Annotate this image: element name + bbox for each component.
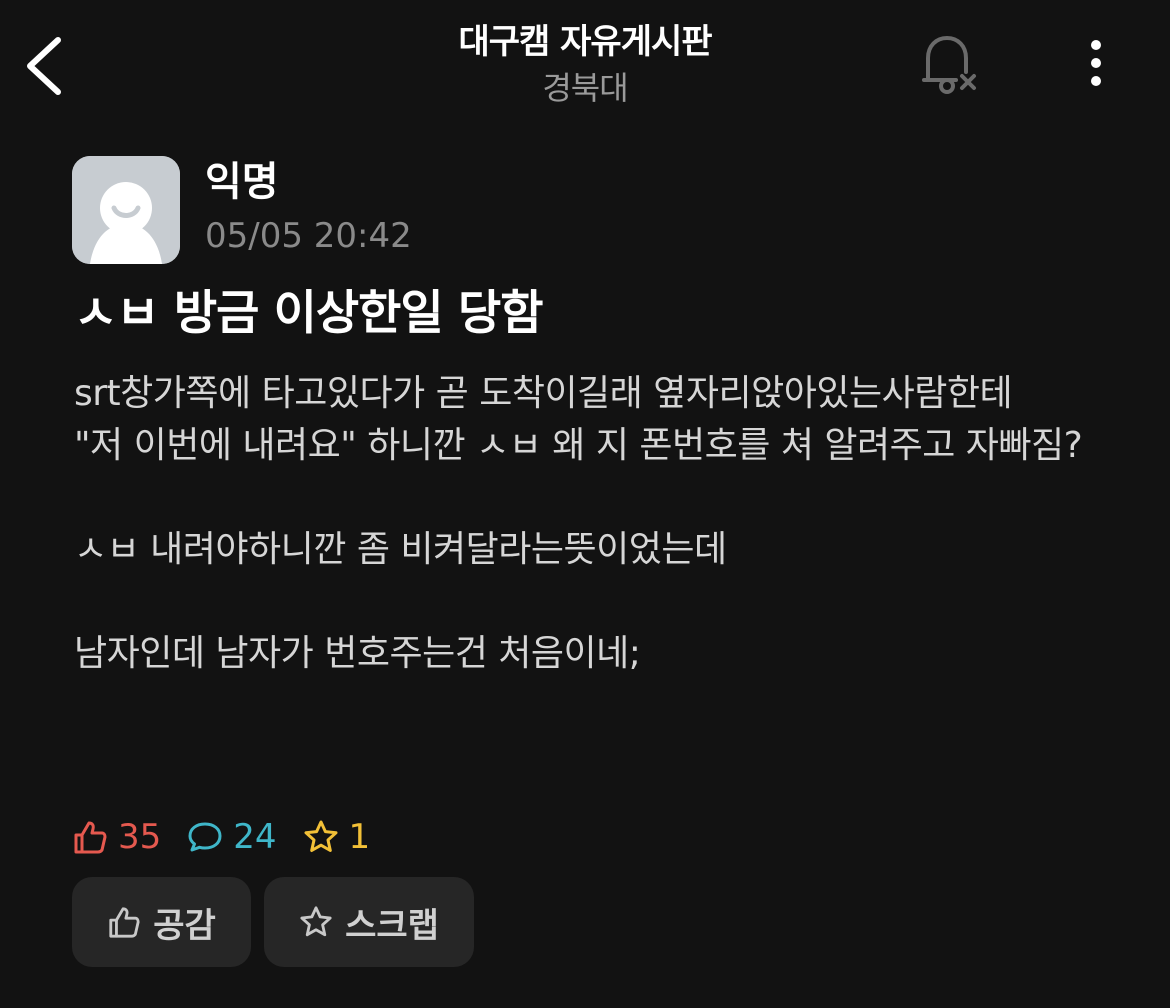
scrap-button-label: 스크랩 — [345, 905, 439, 946]
star-icon — [300, 906, 332, 937]
post-stats: 35 24 1 — [72, 812, 396, 862]
post-author-info: 익명 05/05 20:42 — [72, 156, 672, 266]
bell-off-icon — [922, 35, 976, 94]
author-name: 익명 — [205, 159, 279, 205]
thumbs-up-icon — [109, 907, 140, 938]
board-subtitle: 경북대 — [542, 69, 628, 107]
board-title: 대구캠 자유게시판 — [458, 22, 712, 62]
more-vertical-icon — [1091, 40, 1101, 86]
scrap-count: 1 — [303, 812, 371, 862]
star-icon — [304, 820, 338, 852]
anonymous-avatar-icon — [72, 156, 180, 264]
like-count-value: 35 — [118, 817, 162, 857]
comment-count: 24 — [187, 812, 277, 862]
more-options-button[interactable] — [1074, 30, 1118, 100]
post-actions: 공감 스크랩 — [72, 877, 487, 967]
avatar[interactable] — [72, 156, 180, 264]
scrap-button[interactable]: 스크랩 — [264, 877, 474, 967]
like-button[interactable]: 공감 — [72, 877, 251, 967]
scrap-count-value: 1 — [348, 817, 371, 857]
back-button[interactable] — [14, 22, 78, 110]
post-timestamp: 05/05 20:42 — [205, 216, 412, 256]
thumbs-up-icon — [74, 821, 107, 854]
post-title: ㅅㅂ 방금 이상한일 당함 — [74, 286, 544, 341]
like-button-label: 공감 — [153, 905, 216, 946]
comment-icon — [188, 822, 222, 852]
board-title-block: 대구캠 자유게시판 경북대 — [385, 18, 785, 110]
comment-count-value: 24 — [233, 817, 277, 857]
notification-toggle-button[interactable] — [912, 28, 988, 104]
chevron-left-icon — [27, 37, 61, 95]
post-body: srt창가쪽에 타고있다가 곧 도착이길래 옆자리앉아있는사람한테 "저 이번에… — [74, 373, 1083, 674]
top-bar: 대구캠 자유게시판 경북대 — [0, 0, 1170, 130]
like-count: 35 — [72, 812, 161, 862]
